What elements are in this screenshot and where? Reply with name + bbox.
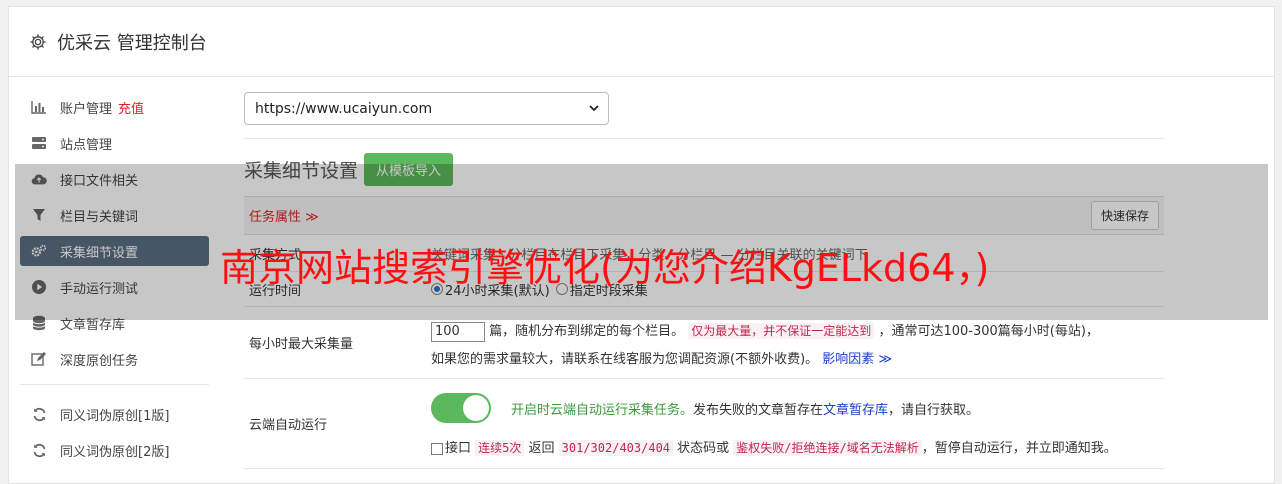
help-text: 篇，随机分布到绑定的每个栏目。 (489, 324, 685, 339)
dim-overlay (15, 164, 1268, 320)
chevron-down-icon: ≫ (878, 352, 893, 367)
sidebar-divider (20, 384, 209, 385)
overlay-headline: 南京网站搜索引擎优化(为您介绍KgELkd64，) (220, 246, 990, 290)
help-text: ，请自行获取。 (888, 402, 980, 418)
highlight-text: 连续5次 (475, 440, 525, 456)
highlight-text: 鉴权失败/拒绝连接/域名无法解析 (733, 440, 922, 456)
cloud-run-toggle[interactable] (431, 393, 491, 423)
influence-factors-link[interactable]: 影响因素 (822, 352, 874, 367)
max-per-hour-input[interactable]: 100 (431, 321, 485, 342)
refresh-icon (31, 442, 47, 458)
highlight-text: 301/302/403/404 (558, 440, 674, 456)
help-text: ，暂停自动运行，并立即通知我。 (921, 441, 1117, 456)
sidebar-item-account[interactable]: 账户管理 充值 (20, 92, 209, 122)
panel-header: 优采云 管理控制台 (9, 7, 1274, 77)
row-label: 云端自动运行 (249, 418, 328, 433)
help-text: ，通常可达100-300篇每小时(每站)， (878, 324, 1099, 339)
sidebar-item-label: 站点管理 (60, 137, 113, 153)
toggle-description: 开启时云端自动运行采集任务。 (511, 402, 694, 418)
article-storage-link[interactable]: 文章暂存库 (823, 399, 888, 418)
sidebar-item-label: 同义词伪原创[1版] (60, 408, 170, 424)
notify-checkbox[interactable] (431, 442, 443, 455)
site-select[interactable]: https://www.ucaiyun.com (244, 92, 609, 125)
divider (244, 138, 1164, 139)
help-text: 状态码或 (673, 441, 734, 456)
gear-icon (30, 33, 46, 50)
chevron-down-icon (589, 105, 599, 112)
sidebar-item-sites[interactable]: 站点管理 (20, 128, 209, 158)
sidebar-item-synonym-v2[interactable]: 同义词伪原创[2版] (20, 435, 209, 465)
sidebar-item-label: 同义词伪原创[2版] (60, 444, 170, 460)
refresh-icon (31, 406, 47, 422)
highlight-text: 仅为最大量，并不保证一定能达到 (688, 323, 875, 339)
server-icon (31, 135, 47, 151)
table-row: 云端自动运行 开启时云端自动运行采集任务。 发布失败的文章暂存在 文章暂存库 ，… (244, 379, 1164, 469)
page-title: 优采云 管理控制台 (57, 32, 207, 54)
help-text: 返回 (524, 441, 559, 456)
help-text: 如果您的需求量较大，请联系在线客服为您调配资源(不额外收费)。 (431, 352, 819, 367)
edit-icon (31, 351, 47, 367)
checkbox-label: 接口 (445, 441, 472, 456)
bar-chart-icon (31, 99, 47, 115)
sidebar-item-label: 账户管理 (60, 101, 113, 117)
site-select-value: https://www.ucaiyun.com (255, 100, 433, 117)
sidebar-item-label: 深度原创任务 (60, 353, 139, 369)
help-text: 发布失败的文章暂存在 (693, 402, 824, 418)
sidebar-item-synonym-v1[interactable]: 同义词伪原创[1版] (20, 399, 209, 429)
recharge-link[interactable]: 充值 (118, 98, 144, 117)
sidebar-item-deep-original[interactable]: 深度原创任务 (20, 344, 209, 374)
